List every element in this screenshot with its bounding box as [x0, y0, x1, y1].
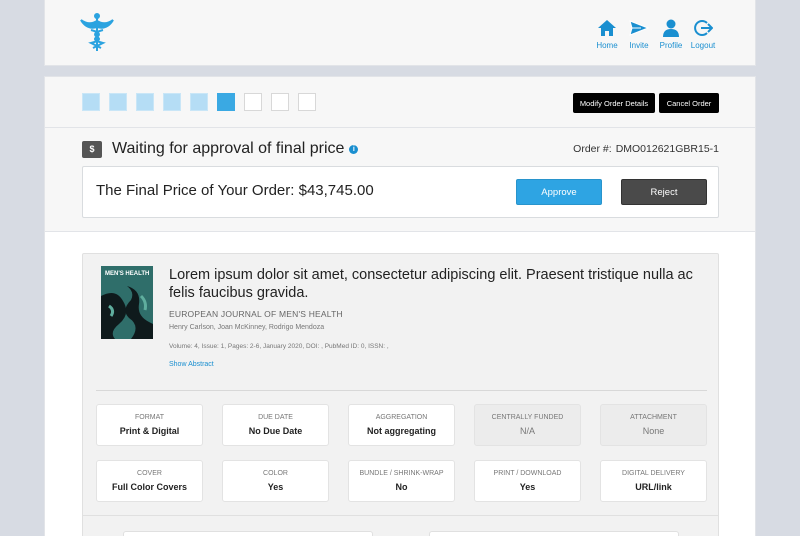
attribute-value: URL/link [635, 482, 672, 492]
order-panel: Modify Order Details Cancel Order $ Wait… [44, 76, 756, 536]
progress-step-7 [244, 93, 262, 111]
attribute-card: PRINT / DOWNLOAD Yes [474, 460, 581, 502]
journal-cover-image: MEN'S HEALTH [101, 266, 153, 339]
journal-name: EUROPEAN JOURNAL OF MEN'S HEALTH [169, 309, 343, 319]
attribute-key: COVER [137, 470, 162, 477]
bottom-card-left [123, 531, 373, 536]
attribute-key: ATTACHMENT [630, 414, 677, 421]
article-meta: Volume: 4, Issue: 1, Pages: 2-6, January… [169, 343, 389, 350]
approve-button[interactable]: Approve [516, 179, 602, 205]
attribute-value: Full Color Covers [111, 482, 187, 492]
nav-home[interactable]: Home [591, 18, 623, 50]
modify-order-button[interactable]: Modify Order Details [573, 93, 655, 113]
attribute-key: DIGITAL DELIVERY [622, 470, 685, 477]
attribute-value: Print & Digital [119, 426, 180, 436]
progress-step-3 [136, 93, 154, 111]
user-icon [663, 19, 679, 37]
order-number-label: Order #: [573, 143, 612, 155]
attribute-value: Yes [519, 482, 536, 492]
attribute-card: ATTACHMENT None [600, 404, 707, 446]
attribute-value: Not aggregating [367, 426, 436, 436]
bottom-card-right [429, 531, 679, 536]
attribute-key: PRINT / DOWNLOAD [493, 470, 562, 477]
attribute-key: CENTRALLY FUNDED [491, 414, 564, 421]
divider [96, 390, 707, 391]
article-title: Lorem ipsum dolor sit amet, consectetur … [169, 267, 693, 301]
attribute-card: DIGITAL DELIVERY URL/link [600, 460, 707, 502]
main-nav: Home Invite Profile Logout [591, 18, 719, 50]
nav-profile[interactable]: Profile [655, 18, 687, 50]
attribute-card: COLOR Yes [222, 460, 329, 502]
attribute-value: No [395, 482, 408, 492]
divider [45, 127, 755, 128]
attribute-card: FORMAT Print & Digital [96, 404, 203, 446]
paper-plane-icon [629, 20, 649, 36]
progress-step-2 [109, 93, 127, 111]
attribute-card: CENTRALLY FUNDED N/A [474, 404, 581, 446]
divider [82, 515, 719, 516]
attribute-key: DUE DATE [258, 414, 293, 421]
order-number: Order #: DMO012621GBR15-1 [573, 143, 719, 155]
article-authors: Henry Carlson, Joan McKinney, Rodrigo Me… [169, 324, 325, 331]
dollar-badge-icon: $ [82, 140, 102, 158]
progress-step-8 [271, 93, 289, 111]
final-price-box: The Final Price of Your Order: $43,745.0… [82, 166, 719, 218]
attribute-value: No Due Date [248, 426, 303, 436]
attribute-key: FORMAT [134, 414, 165, 421]
attribute-value: Yes [267, 482, 284, 492]
caduceus-logo-icon[interactable] [79, 12, 115, 52]
reject-button[interactable]: Reject [621, 179, 707, 205]
attribute-key: COLOR [263, 470, 288, 477]
attribute-key: AGGREGATION [375, 414, 428, 421]
nav-invite[interactable]: Invite [623, 18, 655, 50]
info-icon[interactable]: i [349, 144, 359, 154]
progress-step-6 [217, 93, 235, 111]
nav-home-label: Home [596, 41, 618, 50]
article-card: MEN'S HEALTH Lorem ipsum dolor sit amet,… [82, 253, 719, 536]
final-price-text: The Final Price of Your Order: $43,745.0… [96, 182, 374, 199]
attribute-key: BUNDLE / SHRINK-WRAP [359, 470, 444, 477]
show-abstract-link[interactable]: Show Abstract [169, 361, 214, 368]
attribute-card: DUE DATE No Due Date [222, 404, 329, 446]
progress-step-1 [82, 93, 100, 111]
attribute-card: BUNDLE / SHRINK-WRAP No [348, 460, 455, 502]
nav-logout[interactable]: Logout [687, 18, 719, 50]
attribute-card: AGGREGATION Not aggregating [348, 404, 455, 446]
attribute-value: None [642, 426, 665, 436]
logout-icon [694, 20, 713, 36]
status-text: Waiting for approval of final price [112, 140, 345, 157]
cover-title: MEN'S HEALTH [105, 271, 150, 277]
cancel-order-button[interactable]: Cancel Order [659, 93, 719, 113]
attribute-value: N/A [519, 426, 535, 436]
progress-step-9 [298, 93, 316, 111]
home-icon [598, 20, 616, 36]
order-number-value: DMO012621GBR15-1 [615, 143, 719, 155]
progress-steps [82, 93, 316, 111]
progress-step-4 [163, 93, 181, 111]
nav-logout-label: Logout [690, 41, 716, 50]
progress-step-5 [190, 93, 208, 111]
status-row: $ Waiting for approval of final price i … [82, 139, 719, 159]
attribute-card: COVER Full Color Covers [96, 460, 203, 502]
top-header: Home Invite Profile Logout [44, 0, 756, 66]
nav-profile-label: Profile [659, 41, 683, 50]
nav-invite-label: Invite [629, 41, 649, 50]
